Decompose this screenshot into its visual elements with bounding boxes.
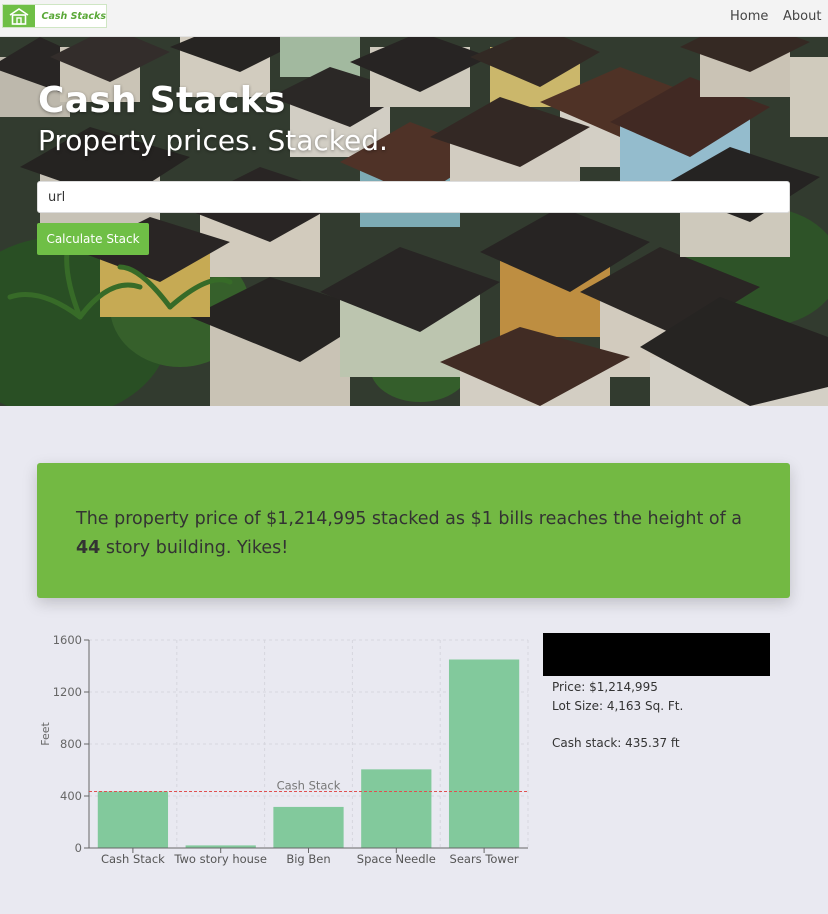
y-tick-label: 1600 [53,633,82,647]
result-card: The property price of $1,214,995 stacked… [37,463,790,598]
bar-space-needle[interactable] [361,769,432,848]
x-tick-label: Two story house [173,852,267,866]
reference-line-label: Cash Stack [277,778,341,792]
nav-home-link[interactable]: Home [730,9,768,24]
result-text-after: story building. Yikes! [100,538,289,558]
x-tick-label: Space Needle [357,852,436,866]
info-price: Price: $1,214,995 [552,680,658,694]
height-comparison-chart: 0 400 800 1200 1600 Cash Stack Two story house… [39,633,529,866]
hero-banner: Cash Stacks Property prices. Stacked. Ca… [0,37,828,406]
bar-big-ben[interactable] [273,806,344,848]
bar-cash-stack[interactable] [97,791,169,848]
result-stories: 44 [76,538,101,558]
x-tick-label: Big Ben [286,852,330,866]
y-tick-label: 0 [75,841,82,855]
house-icon [3,5,36,27]
y-axis-label: Feet [39,722,52,746]
x-tick-label: Cash Stack [101,852,165,866]
nav-about-link[interactable]: About [783,9,821,24]
y-tick-label: 800 [60,737,82,751]
navbar: Cash Stacks Home About [0,0,828,37]
hero-title: Cash Stacks [38,80,286,121]
y-tick-label: 1200 [53,685,82,699]
bar-sears-tower[interactable] [448,659,520,849]
info-lot-size: Lot Size: 4,163 Sq. Ft. [552,699,684,713]
y-tick-label: 400 [60,789,82,803]
property-image-placeholder [543,633,770,676]
url-input[interactable] [37,181,790,213]
info-cash-stack: Cash stack: 435.37 ft [552,736,680,750]
hero-subtitle: Property prices. Stacked. [38,124,388,157]
logo-text: Cash Stacks [41,10,106,22]
x-tick-label: Sears Tower [450,852,519,866]
logo[interactable]: Cash Stacks [2,4,107,28]
result-text-before: The property price of $1,214,995 stacked… [76,509,743,529]
property-info: Price: $1,214,995 Lot Size: 4,163 Sq. Ft… [552,678,683,753]
calculate-stack-button[interactable]: Calculate Stack [37,223,149,255]
